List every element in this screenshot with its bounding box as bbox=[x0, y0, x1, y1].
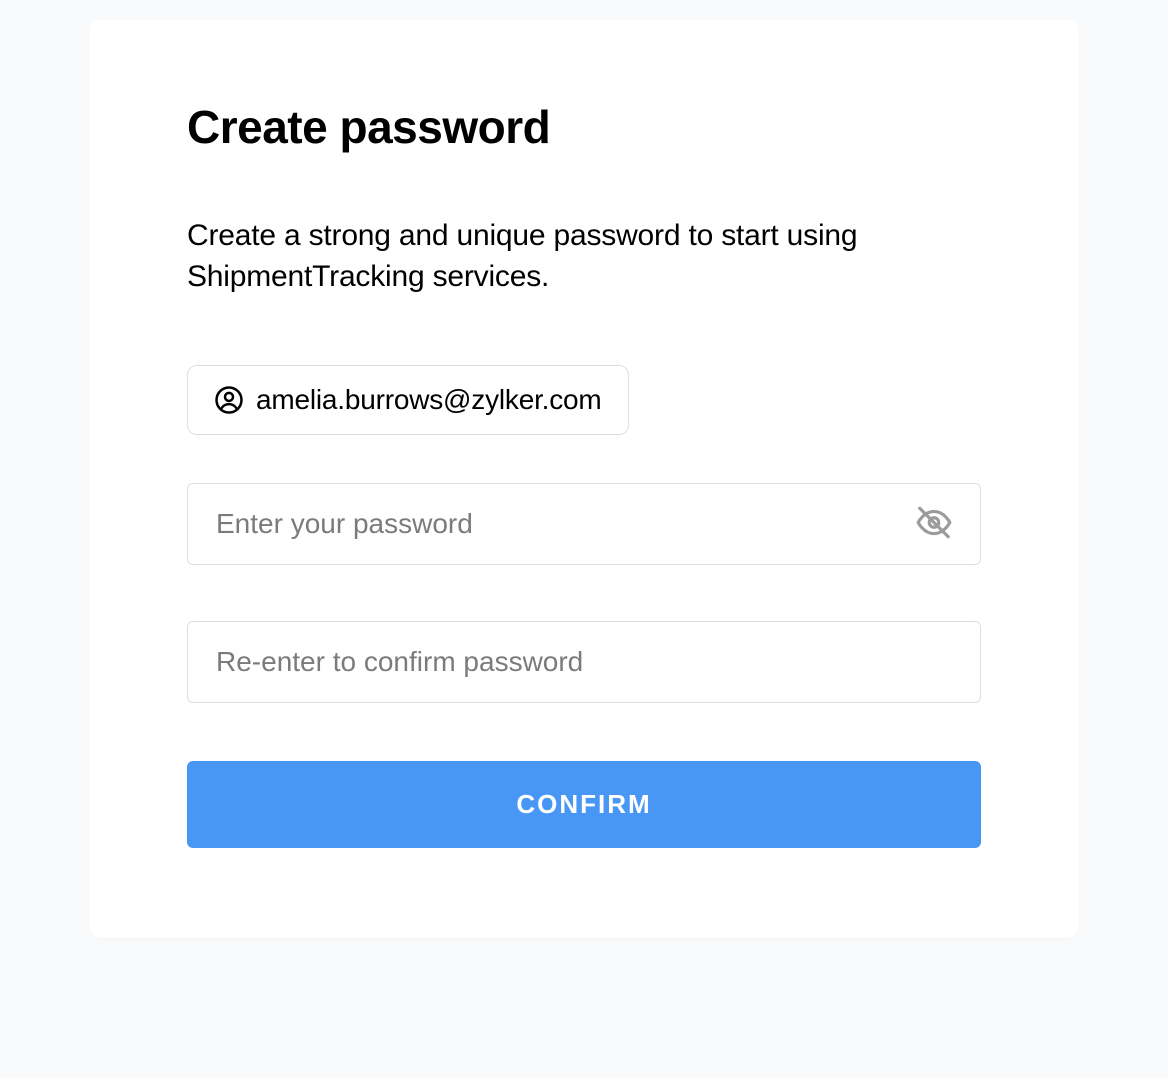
password-field-wrap bbox=[187, 483, 981, 565]
page-subtitle: Create a strong and unique password to s… bbox=[187, 216, 981, 297]
email-value: amelia.burrows@zylker.com bbox=[256, 384, 602, 416]
confirm-password-input[interactable] bbox=[187, 621, 981, 703]
confirm-password-field-wrap bbox=[187, 621, 981, 703]
page-title: Create password bbox=[187, 100, 981, 154]
email-chip: amelia.burrows@zylker.com bbox=[187, 365, 629, 435]
toggle-password-visibility-button[interactable] bbox=[911, 500, 957, 549]
eye-off-icon bbox=[915, 504, 953, 545]
password-input[interactable] bbox=[187, 483, 981, 565]
confirm-button[interactable]: CONFIRM bbox=[187, 761, 981, 848]
create-password-card: Create password Create a strong and uniq… bbox=[89, 20, 1079, 938]
user-circle-icon bbox=[214, 385, 244, 415]
